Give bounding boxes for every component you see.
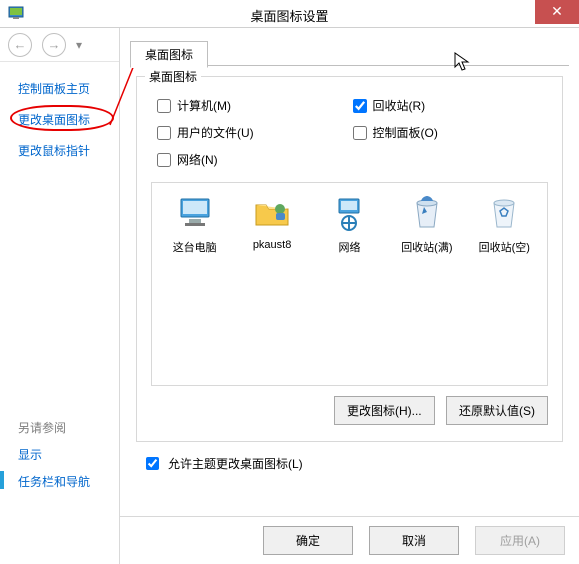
icon-label: 回收站(满) — [395, 239, 459, 255]
checkbox-control-panel[interactable]: 控制面板(O) — [353, 124, 549, 141]
checkbox-network-input[interactable] — [157, 153, 171, 167]
close-button[interactable]: ✕ — [535, 0, 579, 24]
recycle-full-icon — [407, 193, 447, 233]
dropdown-icon[interactable]: ▾ — [76, 38, 82, 52]
checkbox-computer[interactable]: 计算机(M) — [157, 97, 353, 114]
icon-label: 回收站(空) — [472, 239, 536, 255]
sidebar-link-display[interactable]: 显示 — [18, 446, 109, 463]
groupbox-desktop-icons: 桌面图标 计算机(M) 回收站(R) 用户的文件(U) 控制面板(O) 网络(N… — [136, 76, 563, 442]
recycle-empty-icon — [484, 193, 524, 233]
checkbox-recycle-bin-input[interactable] — [353, 99, 367, 113]
icon-item-network[interactable]: 网络 — [317, 193, 381, 255]
checkbox-label: 允许主题更改桌面图标(L) — [168, 455, 303, 472]
see-also-header: 另请参阅 — [18, 419, 109, 436]
dialog-footer: 确定 取消 应用(A) — [120, 516, 579, 564]
nav-row: ← → ▾ — [0, 28, 119, 62]
back-button[interactable]: ← — [8, 33, 32, 57]
icon-item-recycle-full[interactable]: 回收站(满) — [395, 193, 459, 255]
network-icon — [329, 193, 369, 233]
icon-preview-box: 这台电脑 pkaust8 网络 回收站(满) — [151, 182, 548, 386]
user-folder-icon — [252, 193, 292, 233]
checkbox-computer-input[interactable] — [157, 99, 171, 113]
forward-button[interactable]: → — [42, 33, 66, 57]
restore-defaults-button[interactable]: 还原默认值(S) — [446, 396, 548, 425]
groupbox-title: 桌面图标 — [145, 68, 201, 85]
checkbox-label: 回收站(R) — [373, 97, 426, 114]
checkbox-control-panel-input[interactable] — [353, 126, 367, 140]
checkbox-recycle-bin[interactable]: 回收站(R) — [353, 97, 549, 114]
titlebar: 桌面图标设置 ✕ — [0, 0, 579, 28]
icon-label: 这台电脑 — [163, 239, 227, 255]
sidebar-link-change-desktop-icons[interactable]: 更改桌面图标 — [18, 111, 109, 128]
sidebar-link-taskbar-nav[interactable]: 任务栏和导航 — [18, 473, 109, 490]
checkbox-user-files-input[interactable] — [157, 126, 171, 140]
sidebar-link-change-mouse-pointers[interactable]: 更改鼠标指针 — [18, 142, 109, 159]
checkbox-label: 控制面板(O) — [373, 124, 438, 141]
ok-button[interactable]: 确定 — [263, 526, 353, 555]
checkbox-allow-themes-input[interactable] — [146, 457, 159, 470]
cancel-button[interactable]: 取消 — [369, 526, 459, 555]
icon-item-recycle-empty[interactable]: 回收站(空) — [472, 193, 536, 255]
checkbox-user-files[interactable]: 用户的文件(U) — [157, 124, 353, 141]
tabstrip: 桌面图标 — [130, 40, 569, 66]
sidebar: ← → ▾ 控制面板主页 更改桌面图标 更改鼠标指针 另请参阅 显示 任务栏和导… — [0, 28, 120, 564]
sidebar-link-control-panel-home[interactable]: 控制面板主页 — [18, 80, 109, 97]
sidebar-link-label: 更改桌面图标 — [18, 113, 90, 127]
dialog-pane: 桌面图标 桌面图标 计算机(M) 回收站(R) 用户的文件(U) 控制面板(O) — [120, 28, 579, 564]
computer-icon — [175, 193, 215, 233]
icon-label: pkaust8 — [240, 239, 304, 251]
checkbox-network[interactable]: 网络(N) — [157, 151, 353, 168]
checkbox-allow-themes[interactable]: 允许主题更改桌面图标(L) — [142, 454, 303, 473]
change-icon-button[interactable]: 更改图标(H)... — [334, 396, 435, 425]
icon-label: 网络 — [317, 239, 381, 255]
window-title: 桌面图标设置 — [0, 6, 579, 25]
icon-item-computer[interactable]: 这台电脑 — [163, 193, 227, 255]
icon-item-user-folder[interactable]: pkaust8 — [240, 193, 304, 251]
checkbox-label: 计算机(M) — [177, 97, 231, 114]
tab-desktop-icons[interactable]: 桌面图标 — [130, 41, 208, 68]
checkbox-label: 网络(N) — [177, 151, 218, 168]
apply-button[interactable]: 应用(A) — [475, 526, 565, 555]
checkbox-label: 用户的文件(U) — [177, 124, 254, 141]
